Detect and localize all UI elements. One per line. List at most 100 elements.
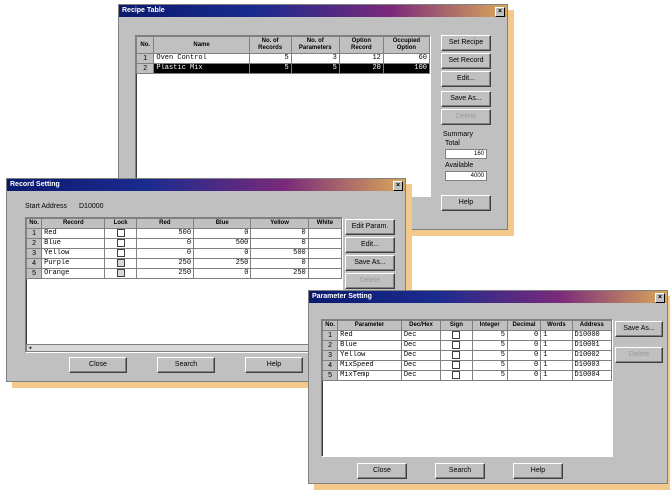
sign-checkbox[interactable] — [452, 331, 461, 340]
col-header[interactable]: Yellow — [250, 218, 309, 229]
recipe-table-titlebar[interactable]: Recipe Table × — [119, 5, 507, 17]
lock-checkbox[interactable] — [116, 249, 125, 258]
words-cell[interactable]: 1 — [540, 350, 573, 361]
integer-cell[interactable]: 5 — [471, 340, 508, 351]
save-as-button[interactable]: Save As... — [615, 321, 663, 337]
blue-cell[interactable]: 250 — [193, 258, 252, 269]
table-row[interactable]: 1 Red Dec 5 0 1 D10000 — [321, 330, 613, 341]
search-button[interactable]: Search — [157, 357, 215, 373]
dec-hex-cell[interactable]: Dec — [400, 340, 442, 351]
sign-checkbox-cell[interactable] — [440, 330, 473, 341]
white-cell[interactable] — [307, 258, 343, 269]
delete-button[interactable]: Delete — [615, 347, 663, 363]
parameter-name-cell[interactable]: Red — [337, 330, 402, 341]
save-as-button[interactable]: Save As... — [345, 255, 395, 271]
col-header[interactable]: No. — [135, 36, 155, 54]
yellow-cell[interactable]: 0 — [250, 238, 309, 249]
set-record-button[interactable]: Set Record — [441, 53, 491, 69]
lock-checkbox[interactable] — [116, 229, 125, 238]
sign-checkbox[interactable] — [452, 361, 461, 370]
occupied-option-cell[interactable]: 60 — [382, 53, 431, 64]
white-cell[interactable] — [307, 238, 343, 249]
sign-checkbox[interactable] — [452, 371, 461, 380]
col-header[interactable]: Decimal — [506, 320, 542, 331]
parameter-name-cell[interactable]: Blue — [337, 340, 402, 351]
table-row[interactable]: 4 MixSpeed Dec 5 0 1 D10003 — [321, 360, 613, 371]
parameter-name-cell[interactable]: MixTemp — [337, 370, 402, 381]
col-header[interactable]: Name — [153, 36, 250, 54]
col-header[interactable]: Parameter — [337, 320, 402, 331]
table-row[interactable]: 2 Blue 0 500 0 — [25, 238, 343, 249]
sign-checkbox-cell[interactable] — [440, 350, 473, 361]
records-cell[interactable]: 5 — [248, 53, 292, 64]
sign-checkbox-cell[interactable] — [440, 370, 473, 381]
record-setting-titlebar[interactable]: Record Setting × — [7, 179, 405, 191]
record-grid[interactable]: No. Record Lock Red Blue Yellow White 1 … — [25, 217, 343, 353]
records-cell[interactable]: 5 — [248, 63, 292, 74]
words-cell[interactable]: 1 — [540, 340, 573, 351]
record-name-cell[interactable]: Red — [41, 228, 106, 239]
close-icon[interactable]: × — [495, 7, 505, 17]
edit-button[interactable]: Edit... — [345, 237, 395, 253]
address-cell[interactable]: D10000 — [571, 330, 613, 341]
yellow-cell[interactable]: 0 — [250, 228, 309, 239]
recipe-grid[interactable]: No. Name No. of Records No. of Parameter… — [135, 35, 431, 197]
parameters-cell[interactable]: 5 — [290, 63, 340, 74]
yellow-cell[interactable]: 500 — [250, 248, 309, 259]
address-cell[interactable]: D10001 — [571, 340, 613, 351]
delete-button[interactable]: Delete — [441, 109, 491, 125]
parameter-name-cell[interactable]: Yellow — [337, 350, 402, 361]
address-cell[interactable]: D10002 — [571, 350, 613, 361]
decimal-cell[interactable]: 0 — [506, 370, 542, 381]
delete-button[interactable]: Delete — [345, 273, 395, 289]
red-cell[interactable]: 250 — [135, 258, 195, 269]
table-row[interactable]: 2 Plastic Mix 5 5 20 100 — [135, 63, 431, 74]
col-header[interactable]: No. — [321, 320, 339, 331]
white-cell[interactable] — [307, 268, 343, 279]
dec-hex-cell[interactable]: Dec — [400, 330, 442, 341]
table-row[interactable]: 5 Orange 250 0 250 — [25, 268, 343, 279]
col-header[interactable]: Blue — [193, 218, 252, 229]
col-header[interactable]: Words — [540, 320, 573, 331]
integer-cell[interactable]: 5 — [471, 350, 508, 361]
sign-checkbox-cell[interactable] — [440, 340, 473, 351]
white-cell[interactable] — [307, 228, 343, 239]
col-header[interactable]: Address — [571, 320, 613, 331]
words-cell[interactable]: 1 — [540, 330, 573, 341]
table-row[interactable]: 1 Oven Control 5 3 12 60 — [135, 53, 431, 64]
sign-checkbox[interactable] — [452, 341, 461, 350]
parameter-name-cell[interactable]: MixSpeed — [337, 360, 402, 371]
integer-cell[interactable]: 5 — [471, 330, 508, 341]
help-button[interactable]: Help — [245, 357, 303, 373]
close-icon[interactable]: × — [655, 293, 665, 303]
dec-hex-cell[interactable]: Dec — [400, 370, 442, 381]
blue-cell[interactable]: 500 — [193, 238, 252, 249]
dec-hex-cell[interactable]: Dec — [400, 360, 442, 371]
col-header[interactable]: Red — [135, 218, 195, 229]
integer-cell[interactable]: 5 — [471, 360, 508, 371]
decimal-cell[interactable]: 0 — [506, 360, 542, 371]
parameter-setting-titlebar[interactable]: Parameter Setting × — [309, 291, 667, 303]
lock-checkbox-cell[interactable] — [104, 238, 137, 249]
search-button[interactable]: Search — [435, 463, 485, 479]
record-name-cell[interactable]: Blue — [41, 238, 106, 249]
col-header[interactable]: Dec/Hex — [400, 320, 442, 331]
red-cell[interactable]: 0 — [135, 238, 195, 249]
decimal-cell[interactable]: 0 — [506, 330, 542, 341]
option-record-cell[interactable]: 20 — [338, 63, 384, 74]
horizontal-scrollbar[interactable]: ◂ — [26, 344, 342, 352]
record-name-cell[interactable]: Orange — [41, 268, 106, 279]
lock-checkbox[interactable] — [116, 259, 125, 268]
blue-cell[interactable]: 0 — [193, 268, 252, 279]
yellow-cell[interactable]: 0 — [250, 258, 309, 269]
help-button[interactable]: Help — [513, 463, 563, 479]
col-header[interactable]: No. of Records — [248, 36, 292, 54]
parameter-grid[interactable]: No. Parameter Dec/Hex Sign Integer Decim… — [321, 319, 613, 457]
decimal-cell[interactable]: 0 — [506, 340, 542, 351]
table-row[interactable]: 4 Purple 250 250 0 — [25, 258, 343, 269]
address-cell[interactable]: D10004 — [571, 370, 613, 381]
recipe-name-cell[interactable]: Oven Control — [153, 53, 250, 64]
record-name-cell[interactable]: Purple — [41, 258, 106, 269]
red-cell[interactable]: 500 — [135, 228, 195, 239]
sign-checkbox[interactable] — [452, 351, 461, 360]
